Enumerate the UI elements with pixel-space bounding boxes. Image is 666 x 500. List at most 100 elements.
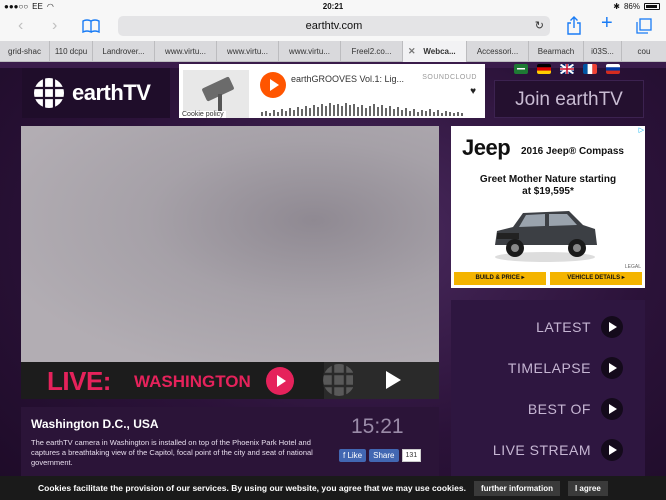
play-arrow-icon (601, 357, 623, 379)
track-title[interactable]: earthGROOVES Vol.1: Lig... (291, 74, 404, 84)
url-text: earthtv.com (305, 20, 363, 32)
tab-label: www.virtu... (227, 47, 268, 56)
local-time: 15:21 (351, 415, 404, 438)
battery-icon (644, 3, 660, 10)
like-label: Like (347, 451, 363, 460)
status-right: ✱ 86% (613, 2, 660, 11)
tab[interactable]: 110 dcpu (50, 41, 93, 62)
battery-percent: 86% (623, 2, 640, 11)
soundcloud-play-button[interactable] (260, 72, 286, 98)
flag-uk-icon[interactable] (560, 64, 574, 74)
live-label-area: LIVE: WASHINGTON (21, 362, 324, 399)
menu-item-best-of[interactable]: BEST OF (528, 398, 623, 420)
share-icon[interactable] (567, 16, 581, 35)
tab-label: i03S... (591, 47, 614, 56)
globe-icon (323, 364, 353, 396)
camera-description: The earthTV camera in Washington is inst… (31, 438, 313, 467)
earthtv-logo[interactable]: earthTV (22, 68, 170, 118)
jeep-advertisement[interactable]: ▷ Jeep 2016 Jeep® Compass Greet Mother N… (451, 126, 645, 288)
cookie-policy-link[interactable]: Cookie policy (180, 111, 226, 118)
waveform[interactable] (261, 102, 476, 116)
tab[interactable]: www.virtu... (217, 41, 279, 62)
menu-item-latest[interactable]: LATEST (536, 316, 623, 338)
ad-model: 2016 Jeep® Compass (521, 146, 624, 157)
address-bar[interactable]: earthtv.com ↻ (118, 16, 550, 36)
tab[interactable]: www.virtu... (155, 41, 217, 62)
build-price-button[interactable]: BUILD & PRICE ▸ (454, 272, 546, 285)
tab[interactable]: Bearmach (529, 41, 584, 62)
tab[interactable]: cou (622, 41, 666, 62)
live-play-button[interactable] (266, 367, 294, 395)
tab-label: www.virtu... (165, 47, 206, 56)
forward-icon[interactable]: › (52, 17, 57, 35)
tab-label: Accessori... (476, 47, 519, 56)
bluetooth-icon: ✱ (613, 2, 620, 11)
ad-brand: Jeep (462, 135, 511, 160)
flag-fr-icon[interactable] (583, 64, 597, 74)
tab-label: grid-shac (8, 47, 41, 56)
flag-ru-icon[interactable] (606, 64, 620, 74)
tab[interactable]: i03S... (584, 41, 622, 62)
heart-icon[interactable]: ♥ (470, 86, 476, 97)
facebook-share-button[interactable]: Share (369, 449, 399, 462)
tab-active[interactable]: ✕ Webca... (403, 41, 467, 62)
join-button[interactable]: Join earthTV (494, 80, 644, 118)
play-arrow-icon (601, 316, 623, 338)
status-bar: ●●●○○ EE ◠ 20:21 ✱ 86% (0, 0, 666, 13)
soundcloud-widget[interactable]: Cookie policy earthGROOVES Vol.1: Lig...… (179, 64, 485, 118)
facebook-like-button[interactable]: f Like (339, 449, 367, 462)
bookmarks-icon[interactable] (82, 19, 100, 33)
flag-de-icon[interactable] (537, 64, 551, 74)
new-tab-icon[interactable]: + (601, 13, 613, 33)
close-tab-icon[interactable]: ✕ (408, 41, 416, 62)
tab[interactable]: www.virtu... (279, 41, 341, 62)
tab-bar: grid-shac 110 dcpu Landrover... www.virt… (0, 41, 666, 62)
tab-label: www.virtu... (289, 47, 330, 56)
play-arrow-icon (601, 439, 623, 461)
cookie-text: Cookies facilitate the provision of our … (38, 483, 466, 493)
menu-item-label: BEST OF (527, 401, 591, 417)
globe-icon (34, 78, 64, 108)
further-information-button[interactable]: further information (473, 480, 560, 496)
tab[interactable]: Landrover... (93, 41, 155, 62)
video-play-icon[interactable] (386, 371, 401, 389)
tab-label: Landrover... (102, 47, 145, 56)
back-icon[interactable]: ‹ (18, 17, 23, 35)
logo-text: earthTV (72, 80, 151, 105)
ad-headline-line1: Greet Mother Nature starting (479, 174, 617, 185)
tab-label: Freel2.co... (351, 47, 392, 56)
live-banner: LIVE: WASHINGTON (21, 362, 439, 399)
language-flags (514, 64, 620, 74)
tab-label: 110 dcpu (54, 47, 88, 56)
camera-location: Washington D.C., USA (31, 417, 159, 431)
facebook-actions: f Like Share 131 (339, 449, 422, 462)
menu-item-label: LIVE STREAM (492, 442, 591, 458)
ad-headline-line2: at $19,595* (522, 186, 574, 197)
tab[interactable]: Accessori... (467, 41, 529, 62)
cookie-consent-bar: Cookies facilitate the provision of our … (0, 476, 666, 500)
ad-legal[interactable]: LEGAL (625, 264, 641, 270)
menu-item-label: LATEST (536, 319, 591, 335)
web-page: earthTV Cookie policy earthGROOVES Vol.1… (0, 62, 666, 500)
share-count: 131 (401, 449, 422, 462)
tab[interactable]: Freel2.co... (341, 41, 403, 62)
status-time: 20:21 (322, 2, 344, 11)
adchoices-icon[interactable]: ▷ (639, 126, 644, 134)
soundcloud-brand: SOUNDCLOUD (422, 74, 477, 81)
agree-button[interactable]: I agree (567, 480, 608, 496)
car-image (495, 211, 597, 262)
live-label: LIVE: (47, 366, 111, 396)
ad-headline: Greet Mother Nature starting at $19,595* (451, 174, 645, 198)
menu-item-live-stream[interactable]: LIVE STREAM (493, 439, 623, 461)
tab[interactable]: grid-shac (0, 41, 50, 62)
flag-sa-icon[interactable] (514, 64, 528, 74)
browser-toolbar: ‹ › earthtv.com ↻ + (0, 13, 666, 41)
tabs-overview-icon[interactable] (636, 18, 652, 34)
webcam-video[interactable] (21, 126, 439, 362)
vehicle-details-button[interactable]: VEHICLE DETAILS ▸ (550, 272, 642, 285)
side-menu: LATEST TIMELAPSE BEST OF LIVE STREAM (451, 300, 645, 500)
reload-icon[interactable]: ↻ (535, 16, 544, 36)
menu-item-timelapse[interactable]: TIMELAPSE (508, 357, 623, 379)
live-city: WASHINGTON (134, 372, 251, 391)
play-arrow-icon (601, 398, 623, 420)
